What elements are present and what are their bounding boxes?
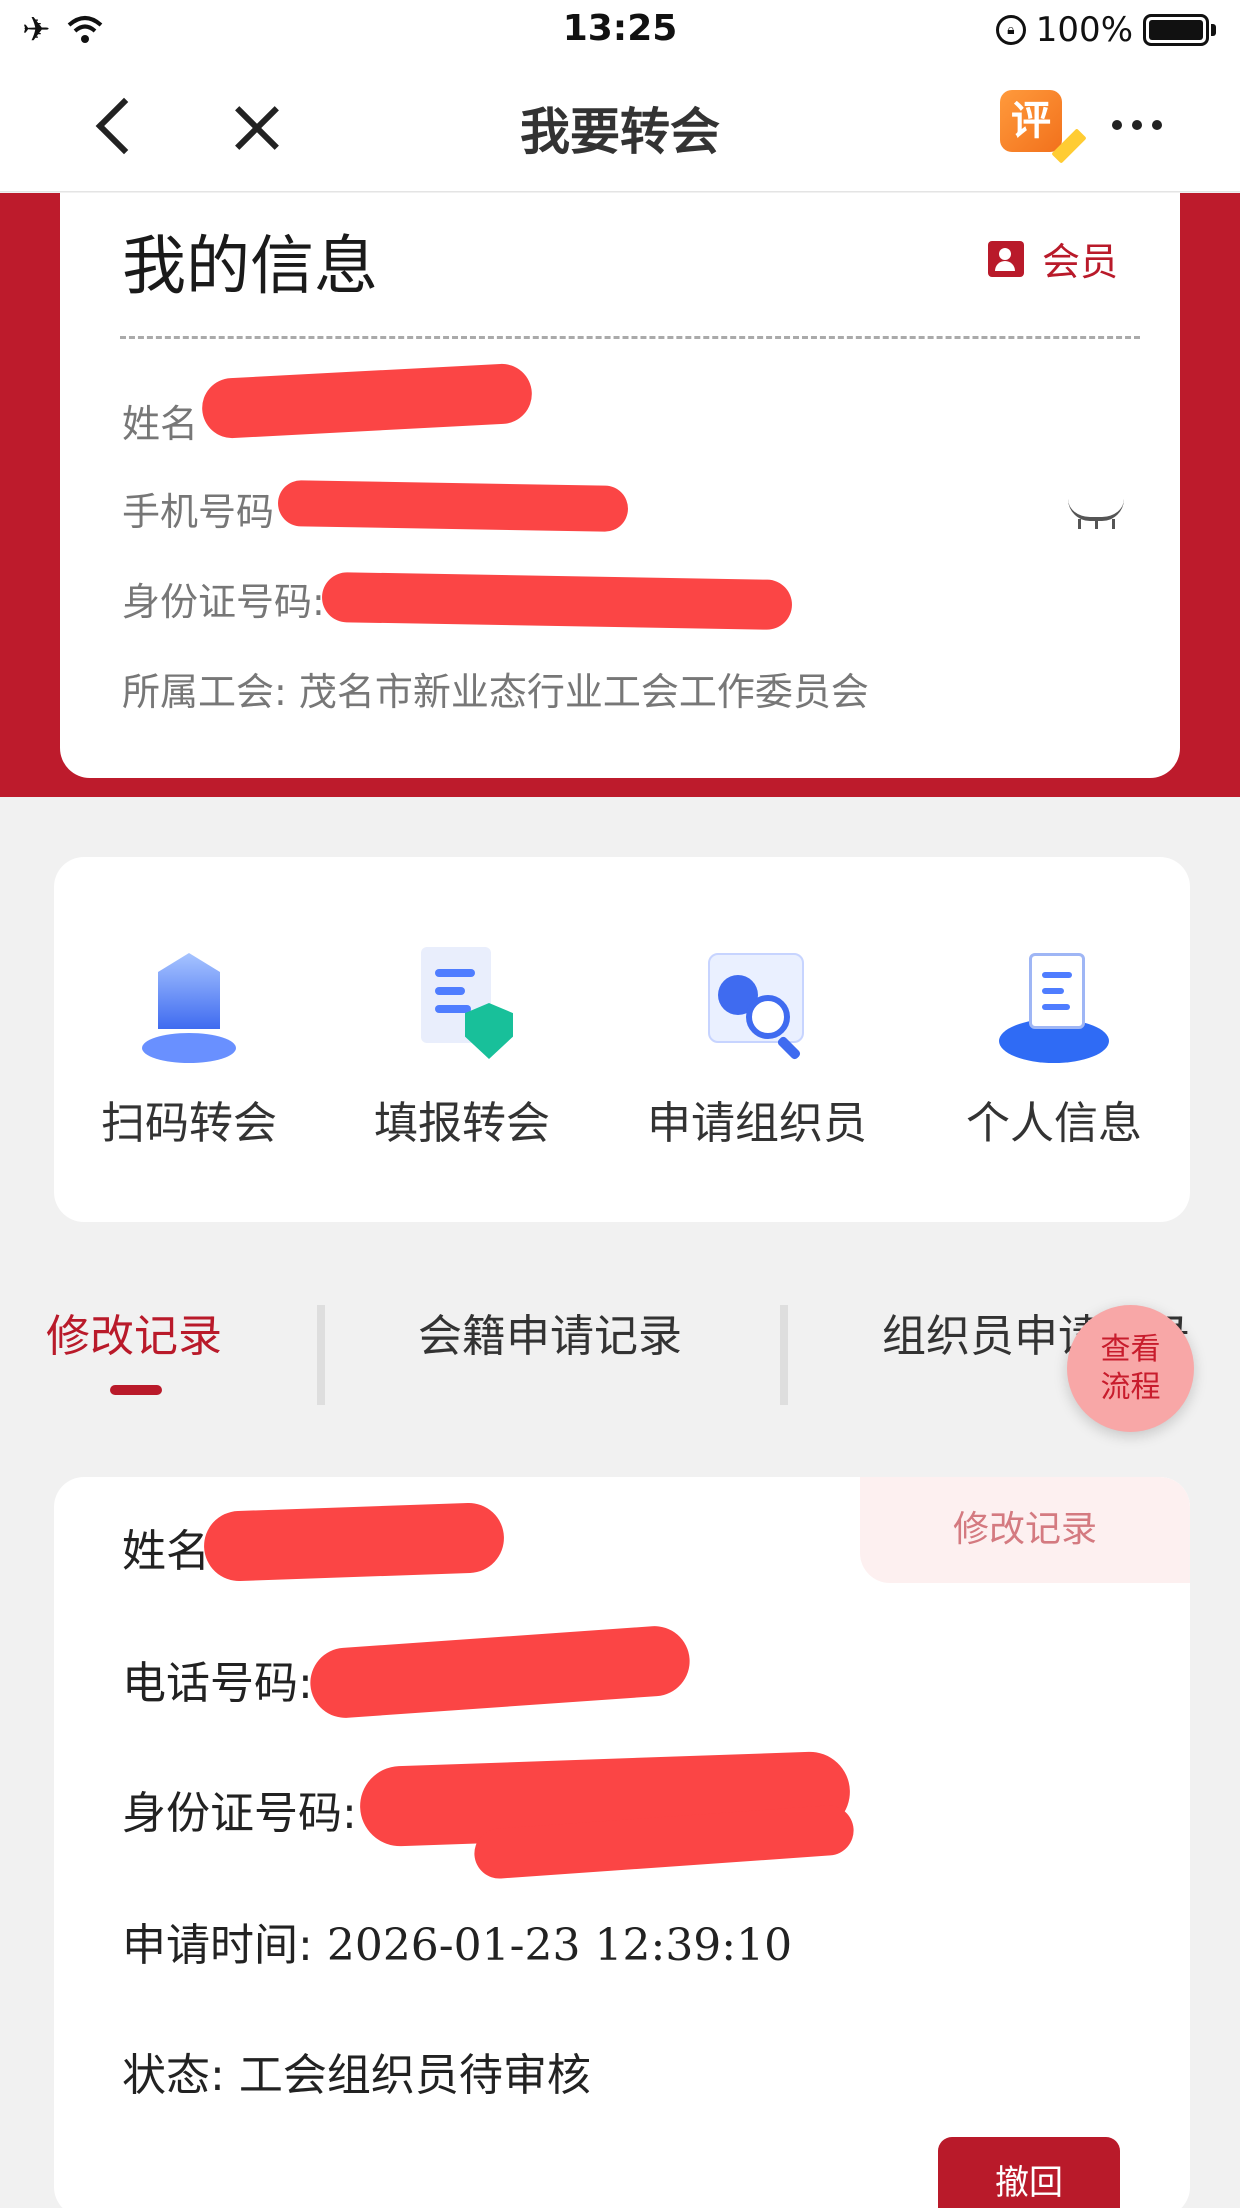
- record-card: 修改记录 姓名 电话号码: 身份证号码: 申请时间: 2026-01-23 12…: [54, 1477, 1190, 2208]
- action-fill-transfer[interactable]: 填报转会: [332, 947, 592, 1151]
- eye-closed-icon[interactable]: [1068, 499, 1126, 529]
- quick-actions-card: 扫码转会 填报转会 申请组织员 个人信息: [54, 857, 1190, 1222]
- union-value: 茂名市新业态行业工会工作委员会: [298, 670, 869, 714]
- rate-icon[interactable]: 评: [1000, 90, 1087, 164]
- status-bar: ✈ 13:25 🔒︎ 100%: [0, 0, 1240, 62]
- union-label: 所属工会:: [122, 670, 287, 714]
- record-tag: 修改记录: [860, 1477, 1190, 1583]
- action-personal-info[interactable]: 个人信息: [924, 947, 1184, 1151]
- action-label: 个人信息: [966, 1098, 1142, 1149]
- revoke-button[interactable]: 撤回: [938, 2137, 1120, 2208]
- member-badge: 会员: [987, 231, 1118, 286]
- more-icon[interactable]: [1112, 110, 1162, 140]
- divider: [120, 336, 1140, 339]
- record-id-label: 身份证号码:: [122, 1788, 357, 1839]
- redaction-mark: [200, 362, 534, 440]
- record-status-value: 工会组织员待审核: [238, 2050, 591, 2101]
- action-label: 填报转会: [374, 1098, 550, 1149]
- id-row: 身份证号码:: [122, 571, 325, 626]
- phone-row: 手机号码: [122, 481, 274, 536]
- my-info-card: 我的信息 会员 姓名 手机号码 身份证号码: 所属工会: 茂名市新业态行业工会工…: [60, 193, 1180, 778]
- tab-separator: [317, 1305, 325, 1405]
- apply-organizer-icon: [702, 947, 812, 1067]
- name-row: 姓名: [122, 393, 198, 448]
- action-label: 扫码转会: [101, 1098, 277, 1149]
- info-title: 我的信息: [122, 230, 378, 304]
- record-status-label: 状态:: [122, 2050, 225, 2101]
- tab-membership-records[interactable]: 会籍申请记录: [418, 1300, 682, 1364]
- record-phone-row: 电话号码:: [122, 1647, 313, 1711]
- member-icon: [987, 240, 1024, 277]
- status-right: 🔒︎ 100%: [995, 10, 1216, 50]
- union-row: 所属工会: 茂名市新业态行业工会工作委员会: [122, 661, 869, 716]
- record-name-label: 姓名: [122, 1526, 210, 1577]
- action-apply-organizer[interactable]: 申请组织员: [627, 947, 887, 1151]
- id-label: 身份证号码:: [122, 580, 325, 624]
- tab-separator: [780, 1305, 788, 1405]
- phone-label: 手机号码: [122, 490, 275, 534]
- action-scan-transfer[interactable]: 扫码转会: [59, 947, 319, 1151]
- record-time-value: 2026-01-23 12:39:10: [326, 1920, 793, 1971]
- rate-icon-text: 评: [1011, 98, 1051, 144]
- name-label: 姓名: [122, 402, 199, 446]
- record-time-row: 申请时间: 2026-01-23 12:39:10: [122, 1909, 792, 1973]
- scan-transfer-icon: [134, 947, 244, 1067]
- tab-modify-records[interactable]: 修改记录: [46, 1300, 222, 1364]
- battery-tip: [1211, 24, 1216, 36]
- view-process-button[interactable]: 查看 流程: [1067, 1305, 1194, 1432]
- personal-info-icon: [999, 947, 1109, 1067]
- battery-percent: 100%: [1035, 10, 1133, 50]
- fab-line2: 流程: [1100, 1370, 1161, 1405]
- battery-icon: [1143, 14, 1209, 46]
- redaction-mark: [321, 571, 793, 631]
- nav-bar: 我要转会 评: [0, 62, 1240, 192]
- record-time-label: 申请时间:: [122, 1920, 313, 1971]
- record-name-row: 姓名: [122, 1515, 210, 1579]
- record-status-row: 状态: 工会组织员待审核: [122, 2039, 591, 2103]
- redaction-mark: [277, 479, 629, 533]
- record-phone-label: 电话号码:: [122, 1658, 313, 1709]
- redaction-mark: [202, 1501, 506, 1583]
- action-label: 申请组织员: [647, 1098, 867, 1149]
- redaction-mark: [308, 1623, 692, 1721]
- fill-transfer-icon: [407, 947, 517, 1067]
- record-id-row: 身份证号码:: [122, 1777, 357, 1841]
- member-label: 会员: [1041, 240, 1118, 284]
- tab-active-indicator: [110, 1385, 162, 1395]
- fab-line1: 查看: [1100, 1332, 1161, 1367]
- orientation-lock-icon: 🔒︎: [995, 15, 1026, 45]
